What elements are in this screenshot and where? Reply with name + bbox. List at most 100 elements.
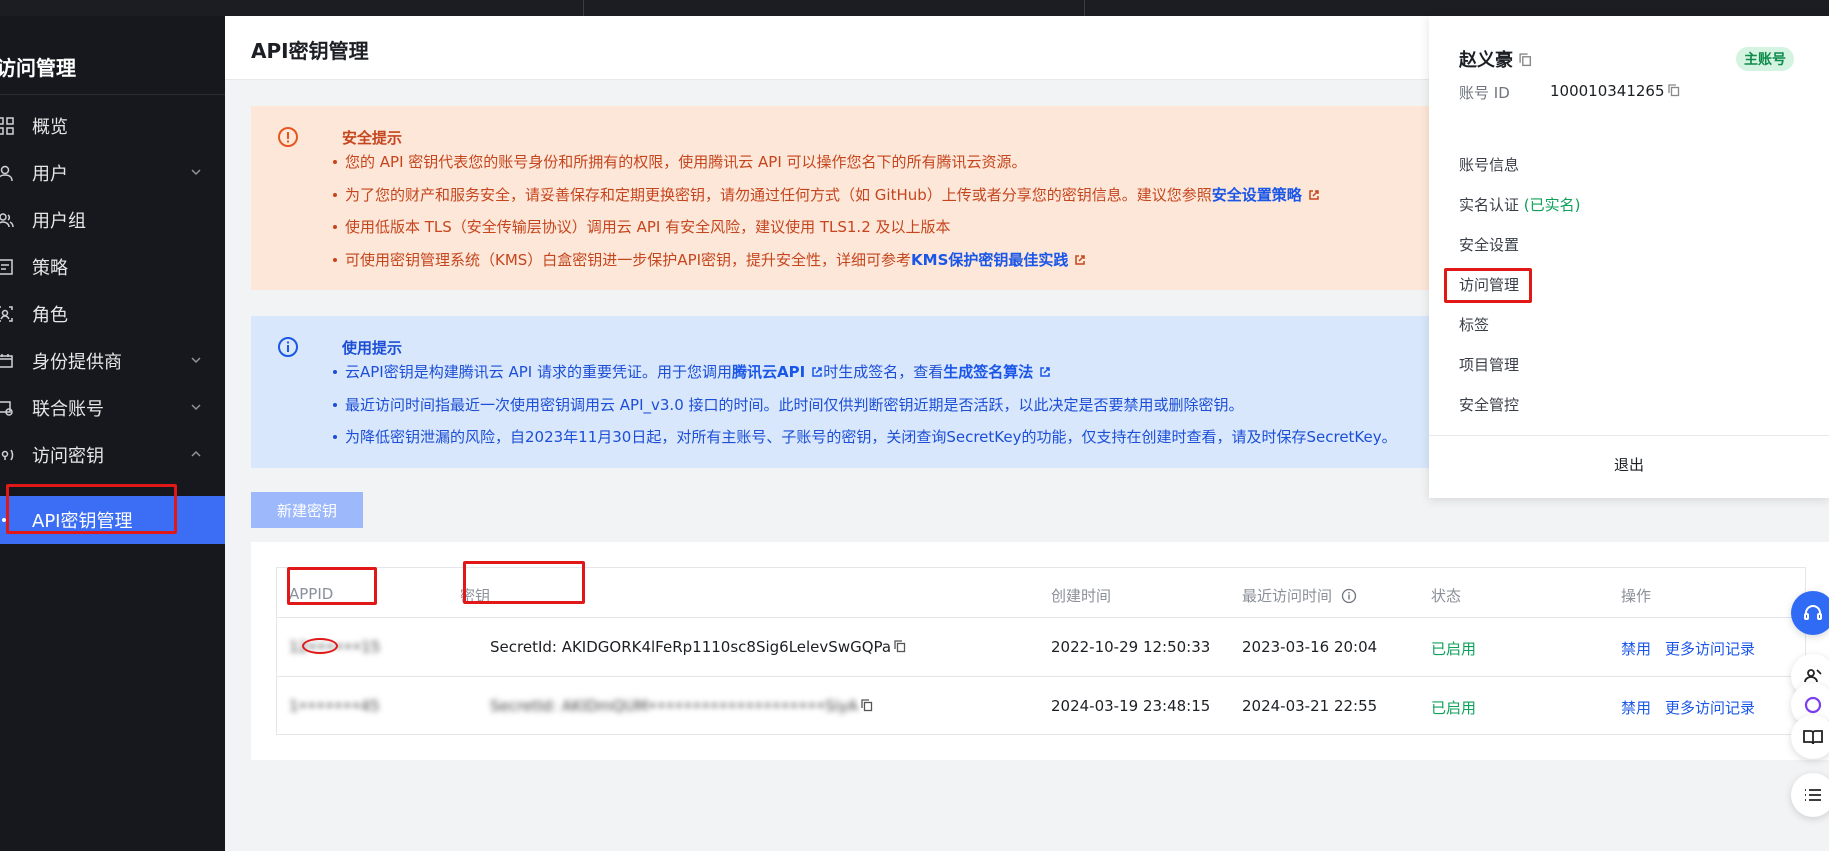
- alert-item: 使用低版本 TLS（安全传输层协议）调用云 API 有安全风险，建议使用 TLS…: [333, 217, 1320, 250]
- account-id-label: 账号 ID: [1459, 84, 1510, 102]
- assistant-icon: [1804, 696, 1822, 714]
- list-icon: [1805, 789, 1821, 801]
- alert-title: 使用提示: [342, 339, 403, 357]
- sidebar-item-label: 身份提供商: [32, 352, 122, 373]
- sidebar-divider: [0, 94, 225, 95]
- menu-tags[interactable]: 标签: [1459, 314, 1489, 335]
- status-badge: 已启用: [1431, 640, 1477, 658]
- warning-icon: [278, 127, 298, 147]
- sidebar-item-user-groups[interactable]: 用户组: [0, 198, 225, 242]
- header-appid: APPID: [289, 585, 334, 603]
- sidebar: 访问管理 概览 用户 用户组 策略 角色 身份提供商 联合账号 访问密钥 API…: [0, 16, 225, 851]
- disable-button[interactable]: 禁用: [1621, 697, 1651, 718]
- last-access-cell: 2024-03-21 22:55: [1242, 697, 1378, 715]
- appid-cell: 12••••••15: [289, 638, 381, 656]
- copy-icon[interactable]: [861, 699, 873, 712]
- copy-icon[interactable]: [1667, 84, 1680, 97]
- external-link-icon: [812, 367, 822, 377]
- last-access-cell: 2023-03-16 20:04: [1242, 638, 1378, 656]
- sidebar-item-label: API密钥管理: [32, 511, 133, 532]
- external-link-icon: [1040, 367, 1050, 377]
- signature-algorithm-link[interactable]: 生成签名算法: [943, 363, 1033, 381]
- policy-icon: [0, 258, 32, 276]
- table-header: APPID 密钥 创建时间 最近访问时间 状态 操作: [277, 568, 1807, 618]
- sidebar-item-api-key-management[interactable]: API密钥管理: [0, 496, 225, 544]
- active-dot: [2, 518, 6, 522]
- alert-item: 最近访问时间指最近一次使用密钥调用云 API_v3.0 接口的时间。此时间仅供判…: [333, 395, 1397, 428]
- info-icon[interactable]: [1341, 588, 1357, 604]
- copy-icon[interactable]: [1519, 53, 1532, 67]
- external-link-icon: [1075, 254, 1086, 265]
- top-nav-bar: [0, 0, 1829, 16]
- menu-security-control[interactable]: 安全管控: [1459, 394, 1519, 415]
- more-access-records-link[interactable]: 更多访问记录: [1665, 697, 1755, 718]
- headset-icon: [1804, 605, 1822, 620]
- identity-provider-icon: [0, 352, 32, 370]
- sidebar-item-overview[interactable]: 概览: [0, 104, 225, 148]
- support-button[interactable]: [1791, 591, 1829, 635]
- sidebar-item-roles[interactable]: 角色: [0, 292, 225, 336]
- user-group-icon: [0, 211, 32, 229]
- alert-title: 安全提示: [342, 129, 403, 147]
- tencent-cloud-api-link[interactable]: 腾讯云API: [732, 363, 805, 381]
- menu-real-name-verification[interactable]: 实名认证 (已实名): [1459, 194, 1581, 215]
- access-key-icon: [0, 446, 32, 464]
- sidebar-item-users[interactable]: 用户: [0, 151, 225, 195]
- top-nav-separator: [583, 0, 584, 16]
- account-name: 赵义豪: [1459, 46, 1532, 72]
- user-icon: [0, 164, 32, 182]
- sidebar-item-label: 用户: [32, 164, 68, 185]
- alert-list: 云API密钥是构建腾讯云 API 请求的重要凭证。用于您调用腾讯云API 时生成签…: [333, 362, 1397, 460]
- chevron-down-icon: [191, 404, 201, 411]
- docs-button[interactable]: [1791, 715, 1829, 759]
- sidebar-item-access-keys[interactable]: 访问密钥: [0, 433, 225, 477]
- more-access-records-link[interactable]: 更多访问记录: [1665, 638, 1755, 659]
- appid-cell: 1•••••••45: [289, 697, 380, 715]
- menu-account-info[interactable]: 账号信息: [1459, 154, 1519, 175]
- menu-button[interactable]: [1791, 773, 1829, 817]
- grid-icon: [0, 117, 32, 135]
- alert-item: 云API密钥是构建腾讯云 API 请求的重要凭证。用于您调用腾讯云API 时生成签…: [333, 362, 1397, 395]
- alert-item: 您的 API 密钥代表您的账号身份和所拥有的权限，使用腾讯云 API 可以操作您…: [333, 152, 1320, 185]
- alert-item: 可使用密钥管理系统（KMS）白盒密钥进一步保护API密钥，提升安全性，详细可参考…: [333, 250, 1320, 283]
- chevron-down-icon: [191, 357, 201, 364]
- main-account-badge: 主账号: [1736, 47, 1794, 71]
- book-icon: [1803, 730, 1823, 745]
- sidebar-item-label: 概览: [32, 117, 68, 138]
- menu-access-management[interactable]: 访问管理: [1459, 274, 1519, 295]
- key-cell: SecretId: AKIDGORK4lFeRp1110sc8Sig6Lelev…: [490, 638, 906, 656]
- kms-best-practice-link[interactable]: KMS保护密钥最佳实践: [911, 251, 1068, 269]
- top-nav-separator: [1084, 0, 1085, 16]
- chevron-up-icon: [191, 450, 201, 457]
- sidebar-item-label: 联合账号: [32, 399, 104, 420]
- sidebar-item-federated-accounts[interactable]: 联合账号: [0, 386, 225, 430]
- created-cell: 2024-03-19 23:48:15: [1051, 697, 1211, 715]
- account-id: 100010341265: [1550, 82, 1680, 100]
- header-created: 创建时间: [1051, 587, 1112, 605]
- disable-button[interactable]: 禁用: [1621, 638, 1651, 659]
- chevron-down-icon: [191, 169, 201, 176]
- table-row: 1•••••••45 SecretId: AKIDmQUM•••••••••••…: [277, 677, 1807, 736]
- alert-item: 为降低密钥泄漏的风险，自2023年11月30日起，对所有主账号、子账号的密钥，关…: [333, 427, 1397, 460]
- header-last-access: 最近访问时间: [1242, 585, 1357, 606]
- status-badge: 已启用: [1431, 699, 1477, 717]
- sidebar-item-identity-providers[interactable]: 身份提供商: [0, 339, 225, 383]
- verified-status: (已实名): [1523, 196, 1581, 214]
- page-title: API密钥管理: [251, 39, 369, 63]
- security-policy-link[interactable]: 安全设置策略: [1212, 186, 1302, 204]
- account-dropdown: 赵义豪 主账号 账号 ID 100010341265 账号信息 实名认证 (已实…: [1429, 16, 1829, 498]
- new-key-button[interactable]: 新建密钥: [251, 492, 363, 528]
- key-table: APPID 密钥 创建时间 最近访问时间 状态 操作 12••••••15 Se…: [276, 567, 1807, 736]
- info-icon: [278, 337, 298, 357]
- logout-button[interactable]: 退出: [1429, 454, 1829, 475]
- sidebar-item-policies[interactable]: 策略: [0, 245, 225, 289]
- menu-security-settings[interactable]: 安全设置: [1459, 234, 1519, 255]
- menu-divider: [1429, 435, 1829, 436]
- menu-project-management[interactable]: 项目管理: [1459, 354, 1519, 375]
- header-status: 状态: [1431, 587, 1462, 605]
- header-actions: 操作: [1621, 587, 1652, 605]
- copy-icon[interactable]: [894, 640, 906, 653]
- external-link-icon: [1309, 189, 1319, 200]
- sidebar-item-label: 策略: [32, 258, 68, 279]
- sidebar-title: 访问管理: [0, 56, 76, 80]
